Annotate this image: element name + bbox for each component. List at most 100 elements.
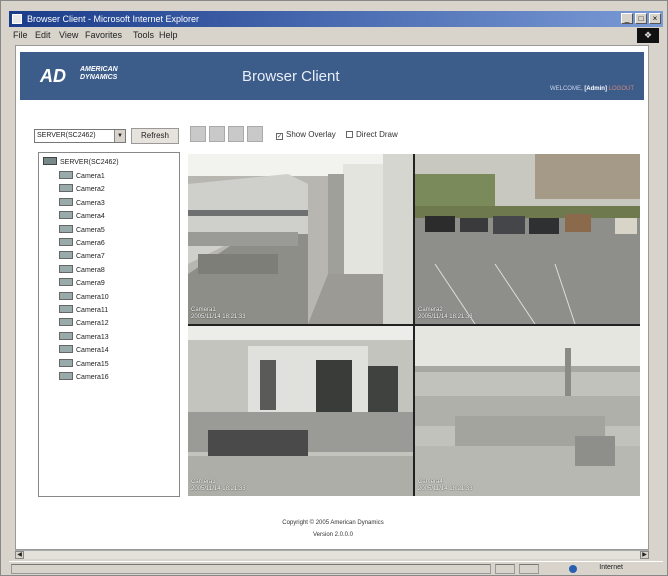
tree-item-camera[interactable]: Camera3 (59, 197, 105, 207)
direct-draw-option[interactable]: Direct Draw (346, 130, 398, 139)
copyright-text: Copyright © 2005 American Dynamics (282, 520, 384, 526)
tile-name: Camera3 (191, 479, 216, 485)
tree-item-label: Camera1 (76, 173, 105, 180)
refresh-button[interactable]: Refresh (131, 128, 179, 144)
brand-logo-text: AMERICAN DYNAMICS (80, 66, 118, 82)
tree-item-camera[interactable]: Camera2 (59, 184, 105, 193)
camera-icon (59, 224, 73, 233)
office-floor-image (415, 326, 640, 496)
tree-item-label: Camera7 (76, 253, 105, 261)
tree-root-server[interactable]: SERVER(SC2462) (43, 157, 119, 166)
browser-window: Browser Client - Microsoft Internet Expl… (0, 0, 668, 576)
tree-item-camera[interactable]: Camera10 (59, 291, 109, 301)
camera-icon (59, 372, 73, 380)
camera-icon (59, 184, 73, 193)
tree-item-label: Camera2 (76, 186, 105, 194)
camera-icon (59, 358, 73, 367)
direct-draw-checkbox[interactable] (346, 131, 353, 138)
camera-icon (59, 331, 73, 340)
tile-timestamp: 2005/11/14 18:21:33 (191, 314, 246, 320)
menu-file[interactable]: File (13, 30, 28, 40)
office-cubicles-image (188, 326, 413, 496)
scroll-right-icon[interactable]: ▶ (640, 551, 649, 559)
status-seg-1 (495, 564, 515, 574)
video-tile-camera4[interactable]: Camera4 2005/11/14 18:21:33 (415, 326, 640, 496)
tile-caption: Camera2 2005/11/14 18:21:33 (418, 307, 473, 321)
tree-item-camera[interactable]: Camera12 (59, 318, 109, 327)
video-grid: Camera1 2005/11/14 18:21:33 Camera2 2005… (188, 154, 640, 496)
camera-icon (59, 345, 73, 354)
logout-link[interactable]: LOGOUT (609, 86, 634, 92)
camera-icon (59, 278, 73, 287)
office-hallway-image (188, 154, 413, 324)
page-title: Browser Client (242, 68, 340, 85)
scroll-left-icon[interactable]: ◀ (15, 551, 24, 559)
status-seg-2 (519, 564, 539, 574)
tree-item-camera[interactable]: Camera6 (59, 238, 105, 247)
tile-name: Camera4 (418, 479, 443, 485)
windows-logo-icon: ❖ (637, 28, 659, 43)
welcome-prefix: WELCOME, (549, 86, 583, 92)
tree-item-camera[interactable]: Camera13 (59, 331, 109, 341)
tree-item-camera[interactable]: Camera1 (59, 171, 105, 180)
close-button[interactable]: × (649, 13, 661, 24)
title-bar[interactable]: Browser Client - Microsoft Internet Expl… (9, 11, 663, 27)
server-dropdown-value: SERVER(SC2462) (37, 132, 96, 139)
tree-item-camera[interactable]: Camera8 (59, 264, 105, 274)
tree-item-camera[interactable]: Camera14 (59, 345, 109, 354)
maximize-button[interactable]: □ (635, 13, 647, 24)
tree-item-camera[interactable]: Camera5 (59, 224, 105, 234)
camera-tree: SERVER(SC2462) Camera1 Camera2 Camera3 Came… (38, 152, 180, 497)
camera-icon (59, 211, 73, 220)
layout-1x1-button[interactable] (190, 126, 206, 142)
layout-4x4-button[interactable] (247, 126, 263, 142)
tree-item-label: Camera6 (76, 240, 105, 247)
minimize-button[interactable]: _ (621, 13, 633, 24)
layout-2x2-button[interactable] (209, 126, 225, 142)
menu-favorites[interactable]: Favorites (85, 30, 122, 40)
camera-icon (59, 197, 73, 206)
tree-item-camera[interactable]: Camera16 (59, 372, 109, 381)
video-tile-camera3[interactable]: Camera3 2005/11/14 18:21:33 (188, 326, 413, 496)
layout-3x3-button[interactable] (228, 126, 244, 142)
tree-item-label: Camera12 (76, 320, 109, 328)
tree-item-label: Camera15 (76, 360, 109, 368)
tile-caption: Camera1 2005/11/14 18:21:33 (191, 307, 246, 321)
direct-draw-label: Direct Draw (356, 130, 398, 139)
menu-edit[interactable]: Edit (35, 30, 51, 40)
show-overlay-checkbox[interactable]: ✓ (276, 133, 283, 140)
tile-name: Camera2 (418, 307, 443, 313)
tree-item-label: Camera16 (76, 374, 109, 381)
server-dropdown[interactable]: SERVER(SC2462) ▼ (34, 129, 126, 143)
username: [Admin] (584, 86, 607, 92)
tree-item-camera[interactable]: Camera15 (59, 358, 109, 368)
chevron-down-icon[interactable]: ▼ (114, 130, 125, 142)
camera-icon (59, 238, 73, 246)
tile-caption: Camera3 2005/11/14 18:21:33 (191, 479, 246, 493)
show-overlay-option[interactable]: ✓ Show Overlay (276, 130, 336, 140)
tree-item-camera[interactable]: Camera4 (59, 211, 105, 220)
tree-item-label: Camera3 (76, 199, 105, 207)
menu-tools[interactable]: Tools (133, 30, 154, 40)
camera-icon (59, 305, 73, 313)
tree-item-label: Camera14 (76, 347, 109, 355)
menu-help[interactable]: Help (159, 30, 178, 40)
page-content: AD AMERICAN DYNAMICS Browser Client WELC… (15, 45, 649, 550)
header-banner: AD AMERICAN DYNAMICS Browser Client WELC… (20, 52, 644, 100)
welcome-text: WELCOME, [Admin] LOGOUT (550, 86, 634, 92)
camera-icon (59, 264, 73, 273)
brand-line-1: AMERICAN (80, 66, 118, 73)
tree-item-label: Camera8 (76, 266, 105, 274)
menu-view[interactable]: View (59, 30, 78, 40)
tree-item-camera[interactable]: Camera11 (59, 305, 108, 314)
tree-root-label: SERVER(SC2462) (60, 159, 119, 166)
ie-app-icon (12, 14, 22, 24)
tree-item-label: Camera13 (76, 333, 109, 341)
tile-timestamp: 2005/11/14 18:21:33 (418, 314, 473, 320)
video-tile-camera1[interactable]: Camera1 2005/11/14 18:21:33 (188, 154, 413, 324)
security-zone: Internet (599, 564, 623, 571)
horizontal-scrollbar[interactable]: ◀ ▶ (15, 550, 649, 559)
video-tile-camera2[interactable]: Camera2 2005/11/14 18:21:33 (415, 154, 640, 324)
tree-item-camera[interactable]: Camera9 (59, 278, 105, 287)
tree-item-camera[interactable]: Camera7 (59, 251, 105, 260)
